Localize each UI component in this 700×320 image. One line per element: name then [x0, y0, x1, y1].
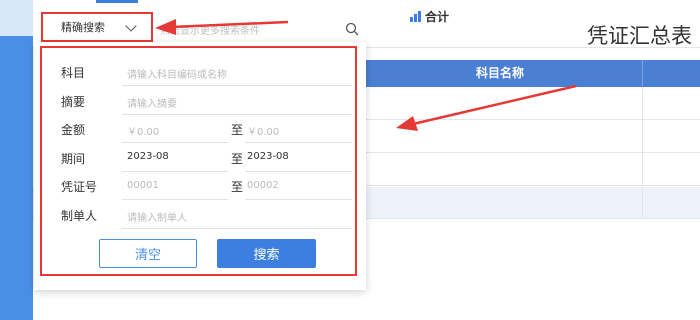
- annotation-arrow-to-panel: [396, 84, 577, 131]
- annotation-arrow-to-dropdown: [155, 19, 289, 35]
- annotation-arrows: [155, 19, 577, 131]
